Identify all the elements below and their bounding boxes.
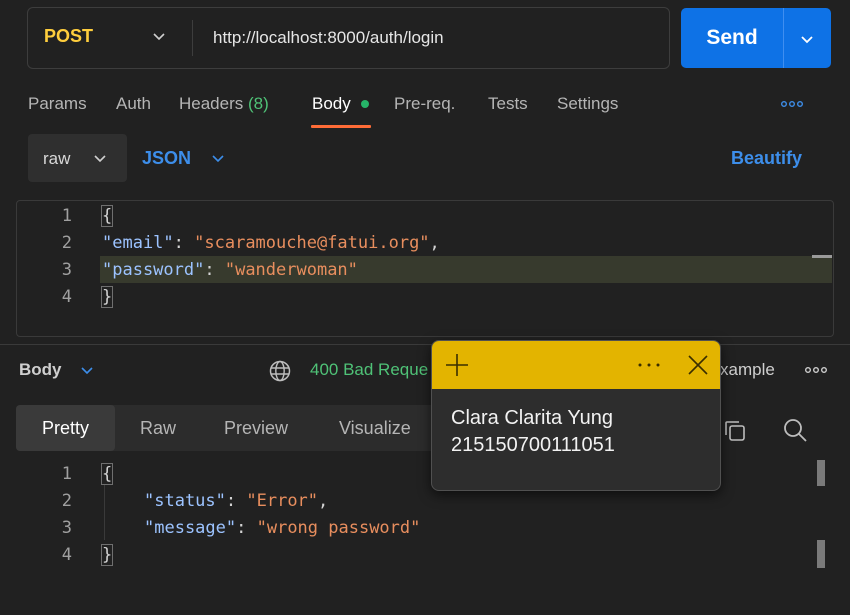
chevron-down-icon[interactable] bbox=[78, 361, 96, 379]
json-key: "message" bbox=[144, 518, 237, 538]
sticky-note-header[interactable] bbox=[432, 341, 720, 389]
indent-guide bbox=[104, 484, 105, 540]
tab-preview[interactable]: Preview bbox=[224, 418, 288, 439]
sticky-note-text[interactable]: Clara Clarita Yung bbox=[451, 407, 613, 430]
json-key: "password" bbox=[102, 260, 205, 280]
close-brace: } bbox=[100, 544, 114, 566]
beautify-button[interactable]: Beautify bbox=[731, 148, 802, 169]
section-divider bbox=[0, 344, 850, 345]
code-line: "message": "wrong password" bbox=[144, 518, 421, 538]
send-separator bbox=[783, 8, 784, 68]
tab-raw[interactable]: Raw bbox=[140, 418, 176, 439]
line-number: 1 bbox=[61, 206, 72, 226]
json-key: "email" bbox=[102, 233, 174, 253]
more-options-icon[interactable] bbox=[780, 98, 804, 110]
tab-auth[interactable]: Auth bbox=[116, 94, 151, 114]
body-mode-label: raw bbox=[43, 149, 71, 168]
url-input[interactable]: http://localhost:8000/auth/login bbox=[213, 28, 444, 48]
close-brace: } bbox=[100, 286, 114, 308]
line-number: 4 bbox=[61, 545, 72, 565]
editor-scroll-marker bbox=[812, 255, 832, 258]
response-section-select[interactable]: Body bbox=[19, 360, 62, 380]
headers-count-badge: (8) bbox=[248, 94, 269, 113]
sticky-note[interactable]: Clara Clarita Yung 215150700111051 bbox=[431, 340, 721, 491]
json-value: "Error" bbox=[246, 491, 319, 511]
tab-headers-label: Headers bbox=[179, 94, 244, 113]
send-button[interactable]: Send bbox=[681, 8, 783, 68]
code-line: "password": "wanderwoman" bbox=[102, 260, 358, 280]
line-number: 2 bbox=[61, 233, 72, 253]
copy-icon[interactable] bbox=[722, 418, 748, 444]
scrollbar-thumb[interactable] bbox=[817, 460, 825, 486]
tab-settings[interactable]: Settings bbox=[557, 94, 618, 114]
language-select[interactable]: JSON bbox=[142, 148, 191, 169]
json-value: "wanderwoman" bbox=[224, 260, 358, 280]
open-brace: { bbox=[100, 463, 114, 485]
response-status[interactable]: 400 Bad Reque bbox=[310, 360, 428, 380]
scrollbar-thumb[interactable] bbox=[817, 540, 825, 568]
tab-pre-request[interactable]: Pre-req. bbox=[394, 94, 455, 114]
code-line: { bbox=[100, 463, 114, 485]
tab-headers[interactable]: Headers (8) bbox=[179, 94, 269, 114]
body-indicator-dot bbox=[361, 100, 369, 108]
chevron-down-icon bbox=[94, 155, 106, 163]
line-number: 1 bbox=[61, 464, 72, 484]
chevron-down-icon[interactable] bbox=[209, 149, 227, 167]
json-value: "wrong password" bbox=[256, 518, 421, 538]
code-line: } bbox=[100, 544, 114, 566]
code-line: "status": "Error", bbox=[144, 491, 329, 511]
globe-icon[interactable] bbox=[268, 359, 292, 383]
close-icon[interactable] bbox=[686, 353, 710, 377]
json-key: "status" bbox=[144, 491, 226, 511]
code-line: "email": "scaramouche@fatui.org", bbox=[102, 233, 440, 253]
line-number: 2 bbox=[61, 491, 72, 511]
plus-icon[interactable] bbox=[444, 352, 470, 378]
tab-params[interactable]: Params bbox=[28, 94, 87, 114]
active-tab-underline bbox=[311, 125, 371, 128]
line-number: 3 bbox=[61, 518, 72, 538]
sticky-note-text[interactable]: 215150700111051 bbox=[451, 434, 615, 457]
line-number: 4 bbox=[61, 287, 72, 307]
search-icon[interactable] bbox=[781, 416, 809, 444]
save-as-example-button[interactable]: xample bbox=[720, 360, 775, 380]
tab-body[interactable]: Body bbox=[312, 94, 351, 114]
tab-pretty[interactable]: Pretty bbox=[16, 405, 115, 451]
chevron-down-icon[interactable] bbox=[150, 27, 168, 45]
tab-tests[interactable]: Tests bbox=[488, 94, 528, 114]
tab-visualize[interactable]: Visualize bbox=[339, 418, 411, 439]
url-separator bbox=[192, 20, 193, 56]
line-number: 3 bbox=[61, 260, 72, 280]
more-options-icon[interactable] bbox=[636, 361, 662, 369]
open-brace: { bbox=[100, 205, 114, 227]
send-options-chevron-icon[interactable] bbox=[797, 29, 817, 49]
method-select[interactable]: POST bbox=[44, 26, 93, 47]
code-line: { bbox=[100, 205, 114, 227]
code-line: } bbox=[100, 286, 114, 308]
json-value: "scaramouche@fatui.org" bbox=[194, 233, 430, 253]
more-options-icon[interactable] bbox=[804, 364, 828, 376]
